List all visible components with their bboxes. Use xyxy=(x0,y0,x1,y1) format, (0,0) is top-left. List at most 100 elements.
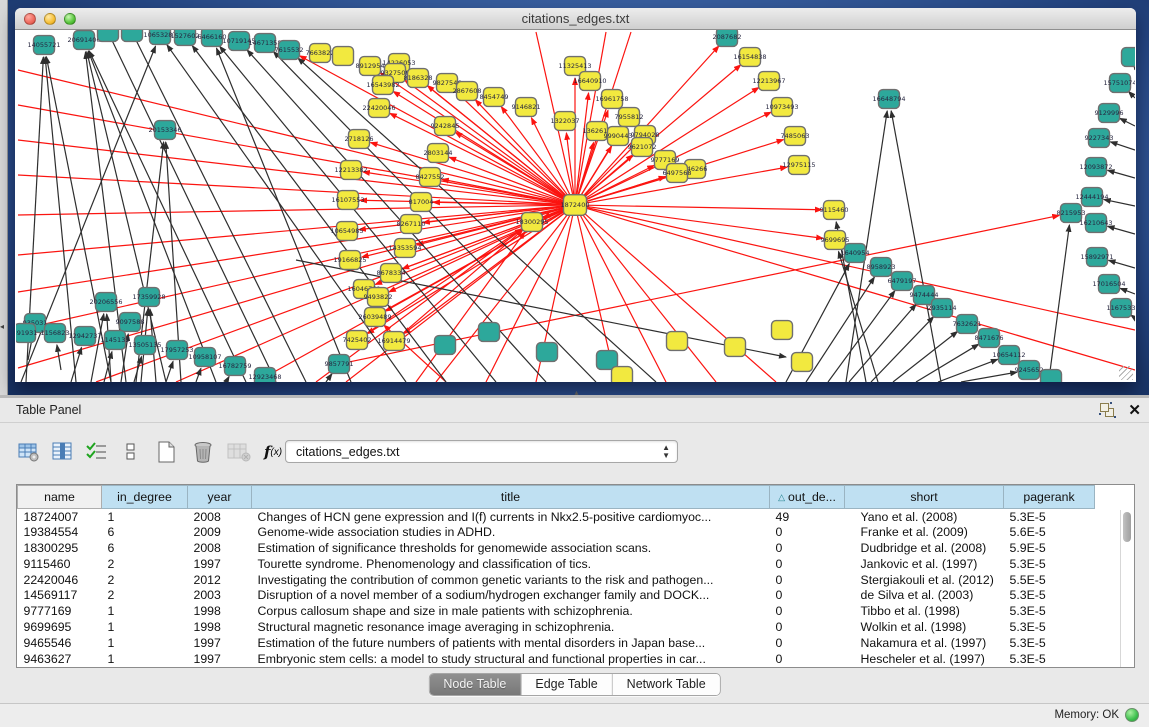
cell-pagerank[interactable]: 5.5E-5 xyxy=(1004,572,1095,588)
cell-outde[interactable]: 0 xyxy=(770,619,845,635)
cell-pagerank[interactable]: 5.3E-5 xyxy=(1004,603,1095,619)
cell-outde[interactable]: 0 xyxy=(770,524,845,540)
cell-title[interactable]: Estimation of significance thresholds fo… xyxy=(252,540,770,556)
cell-title[interactable]: Changes of HCN gene expression and I(f) … xyxy=(252,509,770,525)
table-settings-icon[interactable] xyxy=(14,436,44,468)
graph-node[interactable] xyxy=(772,321,793,340)
graph-node[interactable]: 16154838 xyxy=(733,48,766,67)
graph-node[interactable]: 2867608 xyxy=(453,82,482,101)
table-row[interactable]: 1872400712008Changes of HCN gene express… xyxy=(18,509,1095,525)
graph-node[interactable]: 8427552 xyxy=(416,168,445,187)
citation-network-graph[interactable]: 1405572120691406106532871527602646616010… xyxy=(16,30,1135,382)
graph-node[interactable]: 9857791 xyxy=(325,355,354,374)
citation-edge[interactable] xyxy=(18,70,564,202)
tab-edge-table[interactable]: Edge Table xyxy=(521,674,612,695)
citation-edge[interactable] xyxy=(167,45,406,382)
graph-node[interactable] xyxy=(1041,370,1062,382)
cell-title[interactable]: Embryonic stem cells: a model to study s… xyxy=(252,651,770,667)
cell-indegree[interactable]: 2 xyxy=(102,587,188,603)
table-row[interactable]: 946554611997Estimation of the future num… xyxy=(18,635,1095,651)
network-window-titlebar[interactable]: citations_edges.txt xyxy=(15,8,1136,30)
citation-edge[interactable] xyxy=(1049,225,1069,379)
cell-year[interactable]: 2008 xyxy=(188,509,252,525)
graph-node[interactable] xyxy=(98,30,119,41)
table-type-segmented-control[interactable]: Node TableEdge TableNetwork Table xyxy=(428,673,720,696)
expand-panel-icon[interactable]: ◂ xyxy=(0,322,4,331)
tab-network-table[interactable]: Network Table xyxy=(613,674,720,695)
cell-year[interactable]: 1998 xyxy=(188,603,252,619)
node-table[interactable]: namein_degreeyeartitle△out_de...shortpag… xyxy=(16,484,1135,668)
graph-node[interactable]: 12975115 xyxy=(782,156,815,175)
cell-name[interactable]: 18724007 xyxy=(18,509,102,525)
row-height-icon[interactable] xyxy=(116,436,146,468)
cell-indegree[interactable]: 1 xyxy=(102,651,188,667)
memory-status-indicator[interactable] xyxy=(1125,708,1139,722)
graph-node[interactable]: 15751074 xyxy=(1103,74,1135,93)
cell-short[interactable]: de Silva et al. (2003) xyxy=(845,587,1004,603)
column-header-outde[interactable]: △out_de... xyxy=(770,486,845,509)
graph-node[interactable]: 7485063 xyxy=(781,127,810,146)
graph-node[interactable]: 7425402 xyxy=(343,331,372,350)
graph-node[interactable]: 8678334 xyxy=(377,264,406,283)
column-header-indegree[interactable]: in_degree xyxy=(102,486,188,509)
cell-year[interactable]: 2012 xyxy=(188,572,252,588)
citation-edge[interactable] xyxy=(1109,260,1135,268)
cell-pagerank[interactable]: 5.3E-5 xyxy=(1004,587,1095,603)
graph-node[interactable]: 8471676 xyxy=(975,329,1004,348)
graph-node[interactable]: 8454749 xyxy=(480,88,509,107)
cell-name[interactable]: 19384554 xyxy=(18,524,102,540)
column-header-title[interactable]: title xyxy=(252,486,770,509)
table-row[interactable]: 2242004622012Investigating the contribut… xyxy=(18,572,1095,588)
graph-node[interactable]: 12213382 xyxy=(334,161,367,180)
citation-edge[interactable] xyxy=(961,372,1017,382)
column-header-name[interactable]: name xyxy=(18,486,102,509)
graph-node[interactable]: 817004 xyxy=(409,193,434,212)
table-row[interactable]: 946362711997Embryonic stem cells: a mode… xyxy=(18,651,1095,667)
new-file-icon[interactable] xyxy=(152,436,182,468)
cell-outde[interactable]: 0 xyxy=(770,635,845,651)
citation-edge[interactable] xyxy=(196,368,201,382)
cell-indegree[interactable]: 1 xyxy=(102,603,188,619)
graph-node[interactable]: 9493822 xyxy=(364,288,393,307)
table-row[interactable]: 1938455462009Genome-wide association stu… xyxy=(18,524,1095,540)
table-row[interactable]: 969969511998Structural magnetic resonanc… xyxy=(18,619,1095,635)
table-row[interactable]: 977716911998Corpus callosum shape and si… xyxy=(18,603,1095,619)
cell-pagerank[interactable]: 5.3E-5 xyxy=(1004,509,1095,525)
cell-pagerank[interactable]: 5.6E-5 xyxy=(1004,524,1095,540)
cell-title[interactable]: Genome-wide association studies in ADHD. xyxy=(252,524,770,540)
cell-pagerank[interactable]: 5.3E-5 xyxy=(1004,619,1095,635)
graph-node[interactable]: 1145132 xyxy=(101,331,130,350)
float-panel-icon[interactable] xyxy=(1099,402,1117,418)
cell-name[interactable]: 18300295 xyxy=(18,540,102,556)
graph-node[interactable]: 16961758 xyxy=(595,90,628,109)
citation-edge[interactable] xyxy=(57,345,61,370)
cell-short[interactable]: Nakamura et al. (1997) xyxy=(845,635,1004,651)
graph-node[interactable]: 14055721 xyxy=(27,36,60,55)
citation-edge[interactable] xyxy=(1108,226,1135,234)
graph-node[interactable]: 9115460 xyxy=(820,201,849,220)
table-row[interactable]: 911546021997Tourette syndrome. Phenomeno… xyxy=(18,556,1095,572)
graph-node[interactable]: 2935114 xyxy=(928,299,957,318)
graph-node[interactable]: 7615532 xyxy=(275,41,304,60)
graph-node[interactable]: 2087682 xyxy=(713,30,742,46)
delete-items-icon[interactable] xyxy=(188,436,218,468)
citation-edge[interactable] xyxy=(216,48,351,382)
cell-indegree[interactable]: 6 xyxy=(102,524,188,540)
graph-node[interactable] xyxy=(537,343,558,362)
cell-outde[interactable]: 0 xyxy=(770,540,845,556)
cell-name[interactable]: 14569117 xyxy=(18,587,102,603)
cell-indegree[interactable]: 1 xyxy=(102,509,188,525)
citation-edge[interactable] xyxy=(18,105,564,203)
cell-short[interactable]: Stergiakouli et al. (2012) xyxy=(845,572,1004,588)
graph-node[interactable]: 1322037 xyxy=(551,112,580,131)
cell-short[interactable]: Jankovic et al. (1997) xyxy=(845,556,1004,572)
cell-indegree[interactable]: 1 xyxy=(102,635,188,651)
cell-name[interactable]: 9463627 xyxy=(18,651,102,667)
cell-short[interactable]: Yano et al. (2008) xyxy=(845,509,1004,525)
cell-title[interactable]: Estimation of the future numbers of pati… xyxy=(252,635,770,651)
graph-node[interactable]: 9245652 xyxy=(1015,361,1044,380)
graph-node[interactable]: 9242845 xyxy=(431,117,460,136)
graph-node[interactable]: 15892971 xyxy=(1080,248,1113,267)
cell-name[interactable]: 9465546 xyxy=(18,635,102,651)
citation-edge[interactable] xyxy=(1108,170,1135,178)
